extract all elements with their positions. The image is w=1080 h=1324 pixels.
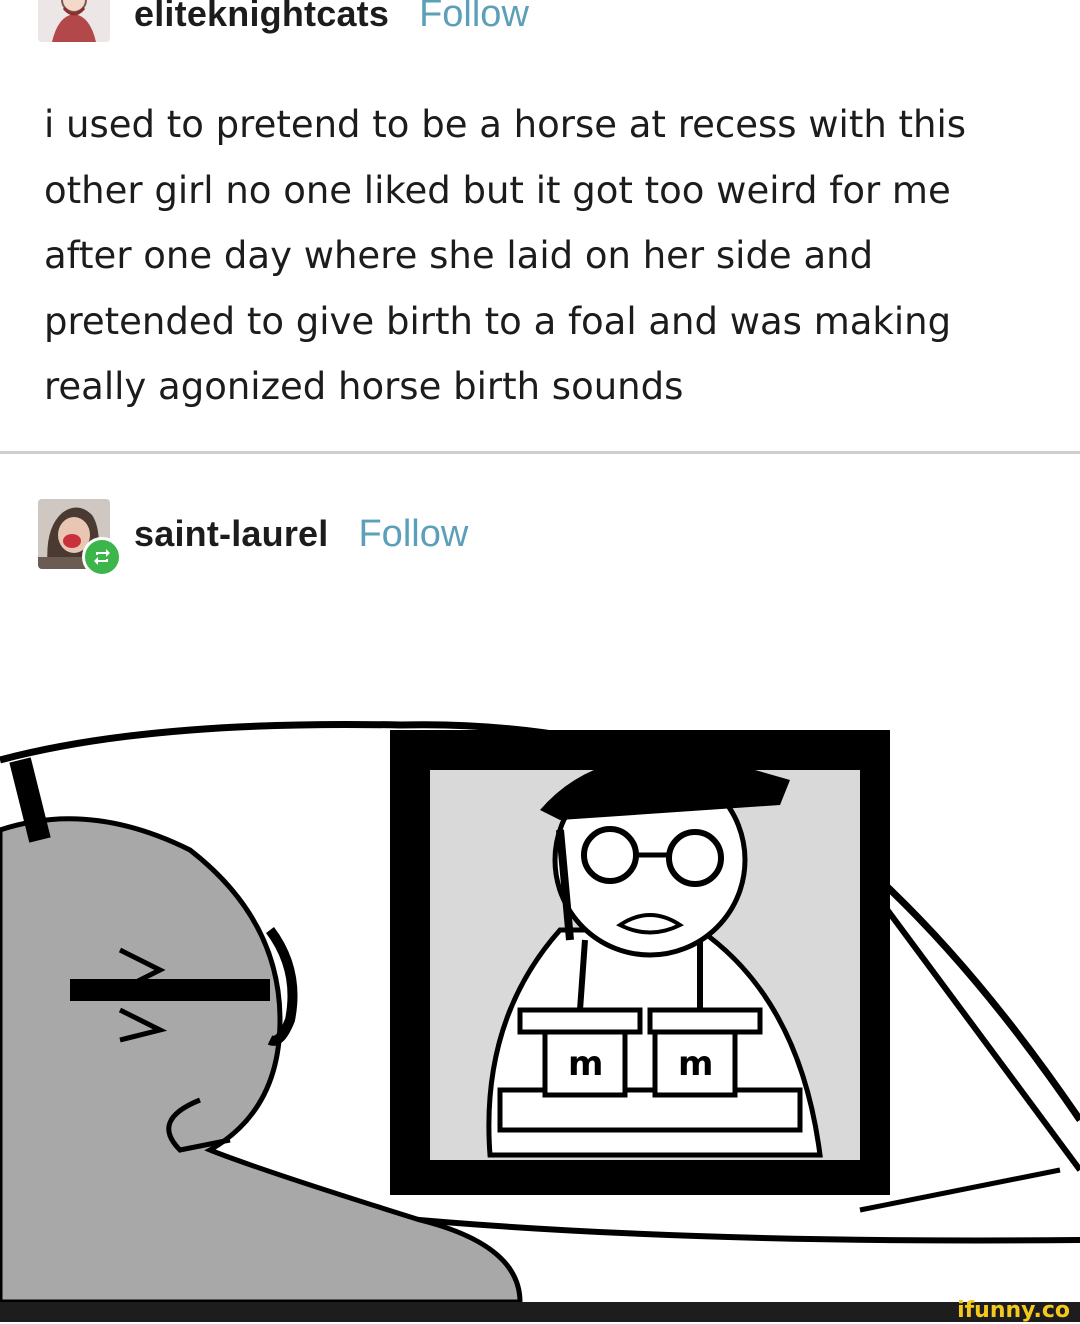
post-header-eliteknightcats: eliteknightcats Follow: [38, 0, 529, 42]
follow-button[interactable]: Follow: [358, 513, 468, 556]
username[interactable]: saint-laurel: [134, 513, 328, 555]
cup-label-right: m: [678, 1044, 713, 1084]
footer-bar: ifunny.co: [0, 1298, 1080, 1323]
follow-button[interactable]: Follow: [419, 0, 529, 36]
post-header-saint-laurel: saint-laurel Follow: [38, 494, 468, 577]
avatar-saint-laurel[interactable]: [38, 499, 122, 577]
reblog-icon: [82, 537, 122, 577]
avatar-eliteknightcats[interactable]: [38, 0, 110, 42]
ifunny-watermark: ifunny.co: [957, 1298, 1070, 1323]
username[interactable]: eliteknightcats: [134, 0, 389, 35]
post-divider: [0, 451, 1080, 454]
comic-image: m m: [0, 700, 1080, 1305]
cup-label-left: m: [568, 1044, 603, 1084]
post-body-text: i used to pretend to be a horse at reces…: [44, 103, 967, 408]
